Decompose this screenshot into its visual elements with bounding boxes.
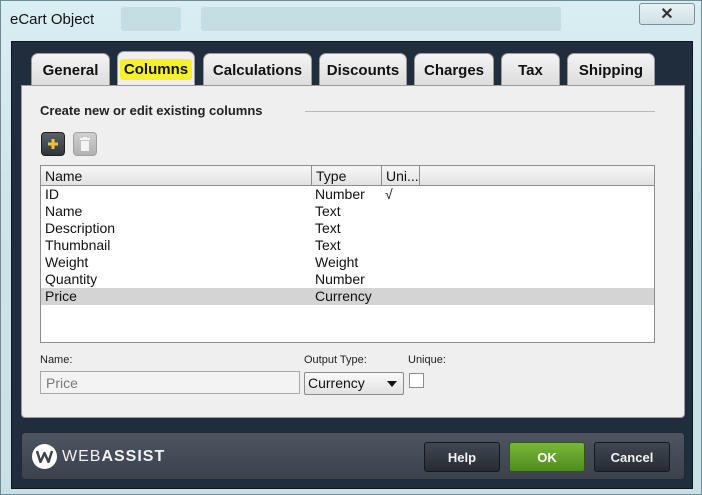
- output-type-value: Currency: [308, 375, 365, 391]
- tab-label: Calculations: [212, 62, 303, 79]
- add-column-button[interactable]: [41, 132, 65, 156]
- output-type-label: Output Type:: [304, 354, 367, 366]
- logo-text-assist: ASSIST: [101, 447, 166, 465]
- table-row[interactable]: Name Text: [41, 203, 654, 220]
- cell-name: Price: [45, 288, 77, 304]
- cell-type: Weight: [315, 254, 359, 270]
- w-mark-icon: [36, 450, 53, 463]
- tab-charges[interactable]: Charges: [414, 53, 494, 87]
- dialog-frame: General Columns Calculations Discounts C…: [11, 41, 693, 489]
- delete-column-button[interactable]: [73, 132, 97, 156]
- cell-name: Quantity: [45, 271, 98, 287]
- tab-label: General: [42, 62, 99, 79]
- webassist-logo-icon: [32, 444, 57, 469]
- ecart-object-window: eCart Object ✕ General Columns Calculati…: [0, 0, 702, 495]
- table-row[interactable]: Weight Weight: [41, 254, 654, 271]
- column-header-type[interactable]: Type: [312, 166, 382, 186]
- background-window-decoration: [121, 7, 181, 31]
- tab-label: Charges: [423, 62, 485, 79]
- footer-bar: WEBASSIST Help OK Cancel: [21, 432, 685, 480]
- plus-icon: [48, 139, 58, 149]
- chevron-down-icon: [387, 381, 397, 387]
- cell-type: Text: [315, 220, 341, 236]
- columns-panel: Create new or edit existing columns Name: [21, 85, 685, 418]
- table-row[interactable]: Thumbnail Text: [41, 237, 654, 254]
- unique-checkbox[interactable]: [409, 373, 424, 388]
- help-button[interactable]: Help: [424, 442, 500, 472]
- cell-name: Thumbnail: [45, 237, 111, 253]
- cell-type: Number: [315, 271, 365, 287]
- table-row[interactable]: Description Text: [41, 220, 654, 237]
- section-title: Create new or edit existing columns: [40, 103, 263, 118]
- table-header: Name Type Uni...: [41, 166, 654, 186]
- table-row[interactable]: Quantity Number: [41, 271, 654, 288]
- tab-label: Shipping: [578, 62, 644, 79]
- ok-button[interactable]: OK: [509, 442, 585, 472]
- columns-table: Name Type Uni... ID Number √ Name Text D…: [40, 165, 655, 343]
- window-title: eCart Object: [10, 11, 95, 28]
- cell-type: Currency: [315, 288, 372, 304]
- cell-name: Weight: [45, 254, 89, 270]
- cell-name: ID: [45, 186, 59, 202]
- close-icon: ✕: [660, 6, 674, 23]
- unique-label: Unique:: [408, 354, 446, 366]
- table-row-selected[interactable]: Price Currency: [41, 288, 654, 305]
- tab-discounts[interactable]: Discounts: [319, 53, 407, 87]
- output-type-select[interactable]: Currency: [304, 372, 404, 395]
- cancel-button[interactable]: Cancel: [594, 442, 670, 472]
- tab-tax[interactable]: Tax: [501, 53, 560, 87]
- tab-label: Tax: [518, 62, 543, 79]
- cell-name: Name: [45, 203, 83, 219]
- cell-type: Number: [315, 186, 365, 202]
- close-button[interactable]: ✕: [639, 3, 695, 25]
- tab-calculations[interactable]: Calculations: [203, 53, 312, 87]
- cell-type: Text: [315, 237, 341, 253]
- column-header-unique[interactable]: Uni...: [382, 166, 420, 186]
- webassist-logo: WEBASSIST: [32, 444, 165, 469]
- logo-text-web: WEB: [62, 447, 102, 465]
- tab-label: Discounts: [326, 62, 400, 79]
- tab-label: Columns: [119, 59, 193, 80]
- background-window-decoration: [201, 7, 561, 31]
- table-row[interactable]: ID Number √: [41, 186, 654, 203]
- tab-general[interactable]: General: [31, 53, 110, 87]
- tab-columns[interactable]: Columns: [117, 51, 195, 87]
- cell-type: Text: [315, 203, 341, 219]
- tab-shipping[interactable]: Shipping: [567, 53, 655, 87]
- logo-wordmark: WEBASSIST: [62, 448, 165, 466]
- unique-check-mark: √: [385, 186, 393, 202]
- trash-icon: [80, 137, 90, 151]
- name-label: Name:: [40, 354, 73, 366]
- title-bar[interactable]: eCart Object ✕: [1, 1, 701, 37]
- column-header-name[interactable]: Name: [41, 166, 312, 186]
- section-divider: [305, 111, 655, 112]
- name-field[interactable]: [40, 371, 300, 394]
- cell-name: Description: [45, 220, 116, 236]
